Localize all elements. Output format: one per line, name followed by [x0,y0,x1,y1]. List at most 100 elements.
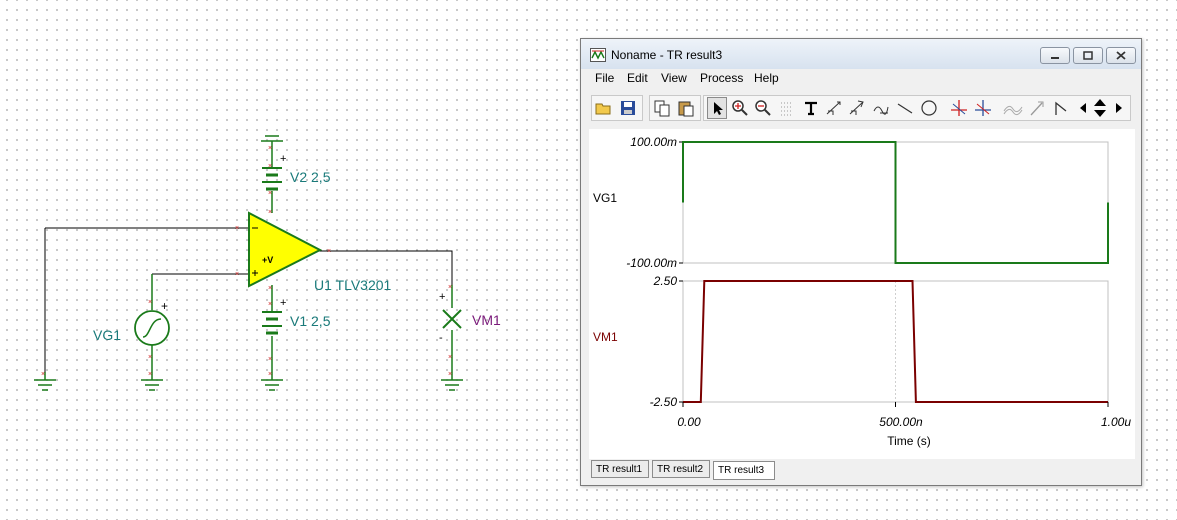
svg-text:×: × [148,299,152,306]
opamp-supply-label: +V [262,255,273,265]
scroll-up-down-icon [1094,99,1106,117]
text-icon [805,101,817,116]
tr-result-window: Noname - TR result3 File Edit View Proce… [580,38,1142,486]
vg1-ytick-min: -100.00m [626,256,677,270]
zoom-in-icon [732,100,748,116]
close-button[interactable] [1106,47,1136,64]
svg-text:×: × [268,190,272,197]
maximize-icon [1083,51,1093,60]
close-icon [1116,51,1126,60]
arrow-icon [1030,101,1044,116]
scroll-up-down-button[interactable] [1091,97,1109,119]
svg-text:×: × [41,371,45,378]
menu-help[interactable]: Help [754,71,779,85]
save-icon [621,101,635,115]
zoom-100-icon [755,100,771,116]
v2-label: V2 2,5 [290,169,331,185]
zoom-100-button[interactable] [753,97,773,119]
open-folder-icon [595,103,611,115]
title-bar[interactable]: Noname - TR result3 [581,39,1141,69]
minimize-icon [1051,56,1059,59]
svg-text:×: × [268,209,272,216]
cursor-b-button[interactable] [847,97,867,119]
circle-icon [921,100,937,116]
menu-process[interactable]: Process [700,71,743,85]
text-tool-button[interactable] [801,97,821,119]
v1-label: V1 2,5 [290,313,331,329]
flag-tool-button[interactable] [1051,97,1071,119]
copy-button[interactable] [652,97,672,119]
tab-tr-result2[interactable]: TR result2 [652,460,710,478]
v1-plus: + [280,297,286,309]
svg-text:×: × [268,285,272,292]
svg-text:×: × [448,354,452,361]
tab-tr-result1[interactable]: TR result1 [591,460,649,478]
vm1-ytick-max: 2.50 [653,274,678,288]
line-icon [897,103,913,114]
arrow-tool-button[interactable] [1027,97,1047,119]
circuit-schematic: + V2 2,5 + V1 2,5 +V U1 TLV3201 + VG1 + … [34,135,501,391]
cursor-a-button[interactable] [824,97,844,119]
window-title: Noname - TR result3 [611,48,723,62]
copy-icon [654,100,670,117]
battery-v2[interactable] [262,167,282,191]
svg-text:×: × [235,271,239,278]
paste-button[interactable] [676,97,696,119]
waveform-plot[interactable]: 100.00m -100.00m VG1 2.50 -2.50 VM1 0.00… [589,129,1135,459]
circle-tool-button[interactable] [919,97,939,119]
marker-a-button[interactable] [949,97,969,119]
x-axis-label: Time (s) [887,434,931,448]
pin-markers: × × × × × × × × × × × × × × × × × × [41,145,452,378]
grid-button[interactable] [777,97,797,119]
svg-text:×: × [268,163,272,170]
minimize-button[interactable] [1040,47,1070,64]
waveform-app-icon [590,48,606,62]
vg1-label: VG1 [93,327,121,343]
svg-text:×: × [148,371,152,378]
svg-text:×: × [268,371,272,378]
menu-view[interactable]: View [661,71,687,85]
cursor-c-icon [873,106,889,115]
cursor-c-button[interactable] [871,97,891,119]
zoom-in-button[interactable] [730,97,750,119]
battery-v1[interactable] [262,311,282,335]
marker-b-icon [975,100,991,116]
flag-icon [1055,101,1067,115]
marker-b-button[interactable] [973,97,993,119]
wave-tool-button[interactable] [1003,97,1023,119]
svg-text:×: × [235,225,239,232]
scroll-right-button[interactable] [1113,97,1125,119]
svg-text:×: × [268,301,272,308]
toolbar [581,92,1141,124]
scroll-right-icon [1116,103,1122,113]
vg1-plus: + [161,299,168,313]
grid-icon [781,102,793,116]
save-button[interactable] [618,97,638,119]
cursor-a-icon [826,101,841,115]
line-tool-button[interactable] [895,97,915,119]
vm1-plus: + [439,291,445,303]
vm1-series-label: VM1 [593,330,618,344]
scroll-left-icon [1080,103,1086,113]
paste-icon [678,101,694,117]
signal-generator-vg1[interactable] [134,310,170,346]
pointer-tool[interactable] [707,97,727,119]
svg-text:×: × [448,284,452,291]
marker-a-icon [951,100,967,116]
vg1-panel: 100.00m -100.00m VG1 [593,135,1109,270]
vg1-series-label: VG1 [593,191,617,205]
xtick-0: 0.00 [677,415,701,429]
voltmeter-vm1[interactable] [442,309,462,329]
menu-edit[interactable]: Edit [627,71,648,85]
vm1-ytick-min: -2.50 [650,395,678,409]
opamp-u1[interactable] [248,211,323,288]
open-folder-button[interactable] [594,97,614,119]
vg1-ytick-max: 100.00m [630,135,677,149]
tab-tr-result3[interactable]: TR result3 [713,461,775,480]
scroll-left-button[interactable] [1077,97,1089,119]
menu-file[interactable]: File [595,71,614,85]
vm1-label: VM1 [472,312,501,328]
wave-icon [1003,105,1023,116]
maximize-button[interactable] [1073,47,1103,64]
vm1-panel: 2.50 -2.50 VM1 0.00 500.00n 1.00u Time (… [593,274,1131,448]
